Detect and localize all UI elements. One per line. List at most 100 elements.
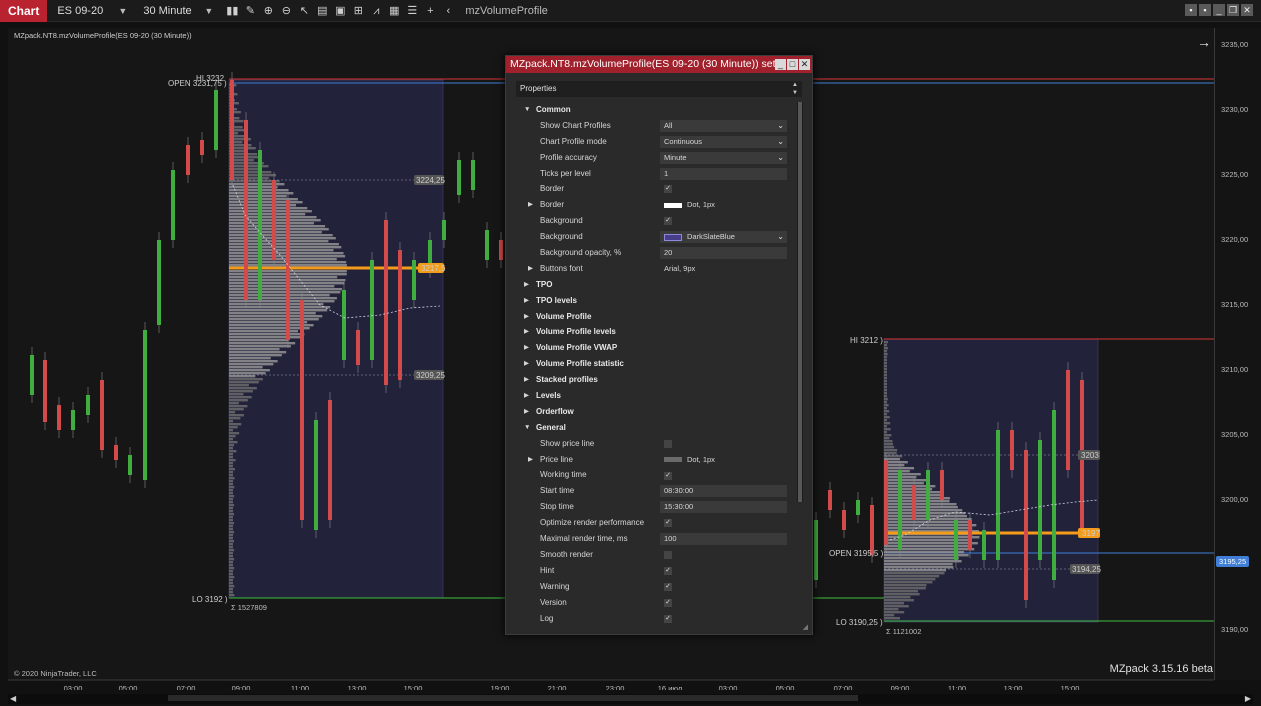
minimize-icon[interactable]: _ [1213, 4, 1225, 16]
collapsed-icon[interactable]: ▶ [524, 404, 529, 420]
property-category[interactable]: ▼ Common [516, 102, 794, 118]
property-brush[interactable]: Dot, 1px [660, 199, 787, 211]
property-input[interactable]: 1 [660, 167, 787, 180]
expanded-icon[interactable]: ▼ [524, 102, 530, 118]
property-row[interactable]: Ticks per level 1 [516, 166, 794, 182]
property-checkbox[interactable]: ✓ [660, 183, 787, 195]
collapsed-icon[interactable]: ▶ [524, 324, 529, 340]
property-row[interactable]: Maximal render time, ms 100 [516, 531, 794, 547]
collapsed-icon[interactable]: ▶ [524, 388, 529, 404]
collapsed-icon[interactable]: ▶ [524, 277, 529, 293]
restore-icon[interactable]: ❐ [1227, 4, 1239, 16]
price-axis[interactable]: 3235,00 3230,00 3225,00 3220,00 3215,00 3210,… [1214, 28, 1261, 680]
collapsed-icon[interactable]: ▶ [524, 356, 529, 372]
property-row[interactable]: Start time 08:30:00 [516, 483, 794, 499]
collapsed-icon[interactable]: ▶ [524, 309, 529, 325]
collapsed-icon[interactable]: ▶ [524, 340, 529, 356]
collapsed-icon[interactable]: ▶ [528, 261, 533, 277]
property-row[interactable]: Chart Profile mode Continuous ⌄ [516, 134, 794, 150]
property-category[interactable]: ▼ General [516, 420, 794, 436]
property-row[interactable]: Version ✓ [516, 595, 794, 611]
property-checkbox[interactable]: ✓ [660, 565, 787, 577]
checkbox[interactable]: ✓ [664, 519, 672, 528]
collapsed-icon[interactable]: ▶ [528, 197, 533, 213]
checkbox[interactable] [664, 439, 672, 448]
property-row[interactable]: ▶ Price line Dot, 1px [516, 452, 794, 468]
property-row[interactable]: Background ✓ [516, 213, 794, 229]
scroll-right-icon[interactable]: ▶ [1245, 694, 1251, 703]
property-row[interactable]: Stop time 15:30:00 [516, 499, 794, 515]
property-category[interactable]: ▶ Volume Profile VWAP [516, 340, 794, 356]
collapsed-icon[interactable]: ▶ [528, 452, 533, 468]
property-row[interactable]: Smooth render [516, 547, 794, 563]
property-input[interactable]: 15:30:00 [660, 501, 787, 514]
arrow-right-icon[interactable]: → [1197, 34, 1211, 50]
maximize-icon[interactable]: □ [787, 59, 798, 70]
property-category[interactable]: ▶ Levels [516, 388, 794, 404]
checkbox[interactable] [664, 550, 672, 559]
property-select[interactable]: All ⌄ [660, 119, 787, 132]
close-icon[interactable]: ✕ [1241, 4, 1253, 16]
dialog-title[interactable]: MZpack.NT8.mzVolumeProfile(ES 09-20 (30 … [506, 56, 812, 73]
property-category[interactable]: ▶ Stacked profiles [516, 372, 794, 388]
property-checkbox[interactable]: ✓ [660, 517, 787, 529]
property-row[interactable]: Background DarkSlateBlue ⌄ [516, 229, 794, 245]
property-select[interactable]: Continuous ⌄ [660, 135, 787, 148]
property-row[interactable]: Log ✓ [516, 611, 794, 627]
property-input[interactable]: 100 [660, 533, 787, 546]
property-row[interactable]: Background opacity, % 20 [516, 245, 794, 261]
property-row[interactable]: Show Chart Profiles All ⌄ [516, 118, 794, 134]
property-checkbox[interactable] [660, 438, 787, 450]
property-row[interactable]: Hint ✓ [516, 563, 794, 579]
checkbox[interactable]: ✓ [664, 217, 672, 226]
volume-bar [229, 537, 233, 540]
property-row[interactable]: Warning ✓ [516, 579, 794, 595]
checkbox[interactable]: ✓ [664, 598, 672, 607]
property-checkbox[interactable]: ✓ [660, 597, 787, 609]
property-row[interactable]: ▶ Border Dot, 1px [516, 197, 794, 213]
property-color-select[interactable]: DarkSlateBlue ⌄ [660, 231, 787, 244]
property-row[interactable]: Show price line [516, 436, 794, 452]
collapsed-icon[interactable]: ▶ [524, 372, 529, 388]
property-input[interactable]: 08:30:00 [660, 485, 787, 498]
minimize-icon[interactable]: _ [775, 59, 786, 70]
property-category[interactable]: ▶ Volume Profile levels [516, 324, 794, 340]
property-select[interactable]: Minute ⌄ [660, 151, 787, 164]
property-category[interactable]: ▶ TPO levels [516, 293, 794, 309]
property-checkbox[interactable]: ✓ [660, 581, 787, 593]
volume-bar [229, 396, 252, 399]
property-value[interactable]: Arial, 9px [660, 263, 787, 275]
checkbox[interactable]: ✓ [664, 614, 672, 623]
property-row[interactable]: Profile accuracy Minute ⌄ [516, 150, 794, 166]
property-brush[interactable]: Dot, 1px [660, 454, 787, 466]
resize-grip-icon[interactable]: ◢ [803, 623, 808, 631]
open-label-right: OPEN 3195,5 ) [829, 549, 884, 558]
property-row[interactable]: Working time ✓ [516, 467, 794, 483]
sort-arrows-icon[interactable]: ▲ ▼ [792, 81, 798, 97]
property-checkbox[interactable]: ✓ [660, 613, 787, 625]
scroll-thumb[interactable] [168, 695, 858, 701]
checkbox[interactable]: ✓ [664, 471, 672, 480]
property-row[interactable]: Border ✓ [516, 181, 794, 197]
scroll-left-icon[interactable]: ◀ [10, 694, 16, 703]
dialog-scrollbar[interactable] [797, 102, 803, 502]
property-category[interactable]: ▶ Volume Profile [516, 309, 794, 325]
collapsed-icon[interactable]: ▶ [524, 293, 529, 309]
property-category[interactable]: ▶ TPO [516, 277, 794, 293]
property-checkbox[interactable]: ✓ [660, 215, 787, 227]
property-category[interactable]: ▶ Orderflow [516, 404, 794, 420]
property-category[interactable]: ▶ Volume Profile statistic [516, 356, 794, 372]
checkbox[interactable]: ✓ [664, 566, 672, 575]
dialog-scroll-thumb[interactable] [798, 102, 802, 502]
property-row[interactable]: Optimize render performance ✓ [516, 515, 794, 531]
checkbox[interactable]: ✓ [664, 185, 672, 194]
horizontal-scrollbar[interactable]: ◀ ▶ [8, 694, 1253, 704]
property-input[interactable]: 20 [660, 247, 787, 260]
property-checkbox[interactable]: ✓ [660, 469, 787, 481]
checkbox[interactable]: ✓ [664, 582, 672, 591]
property-row[interactable]: ▶ Buttons font Arial, 9px [516, 261, 794, 277]
property-checkbox[interactable] [660, 549, 787, 561]
expanded-icon[interactable]: ▼ [524, 420, 530, 436]
close-icon[interactable]: ✕ [799, 59, 810, 70]
candle-body [30, 355, 34, 395]
